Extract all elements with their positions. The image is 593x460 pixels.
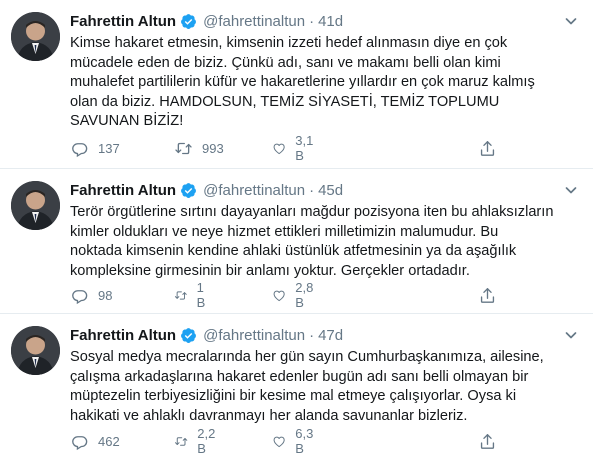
verified-badge-icon: [180, 327, 197, 344]
retweet-icon: [175, 142, 192, 154]
chevron-down-icon[interactable]: [562, 326, 580, 344]
retweet-icon: [174, 436, 188, 446]
author-handle[interactable]: @fahrettinaltun: [203, 327, 305, 344]
tweet-feed: Fahrettin Altun @fahrettinaltun · 41d Ki…: [0, 0, 593, 460]
share-icon: [480, 287, 495, 303]
author-name[interactable]: Fahrettin Altun: [70, 327, 176, 344]
reply-count: 98: [98, 287, 113, 303]
retweet-icon: [174, 290, 187, 300]
tweet[interactable]: Fahrettin Altun @fahrettinaltun · 47d So…: [0, 314, 593, 460]
tweet[interactable]: Fahrettin Altun @fahrettinaltun · 45d Te…: [0, 169, 593, 314]
retweet-button[interactable]: 1 B: [174, 280, 211, 310]
tweet-timestamp[interactable]: 47d: [318, 327, 343, 344]
heart-icon: [273, 290, 285, 301]
chevron-down-icon[interactable]: [562, 181, 580, 199]
reply-icon: [72, 289, 88, 304]
share-icon: [480, 140, 495, 156]
tweet-timestamp[interactable]: 45d: [318, 182, 343, 199]
separator: ·: [309, 181, 315, 199]
like-count: 2,8 B: [295, 280, 314, 310]
tweet-header: Fahrettin Altun @fahrettinaltun · 47d: [70, 325, 553, 345]
tweet-text: Kimse hakaret etmesin, kimsenin izzeti h…: [70, 35, 535, 129]
retweet-count: 993: [202, 140, 224, 156]
reply-button[interactable]: 462: [70, 430, 120, 452]
reply-count: 137: [98, 140, 120, 156]
reply-icon: [72, 142, 88, 157]
tweet-timestamp[interactable]: 41d: [318, 13, 343, 30]
share-icon: [480, 433, 495, 449]
author-name[interactable]: Fahrettin Altun: [70, 182, 176, 199]
reply-button[interactable]: 98: [70, 284, 112, 306]
share-button[interactable]: [478, 137, 497, 159]
heart-icon: [273, 436, 285, 447]
tweet-header: Fahrettin Altun @fahrettinaltun · 45d: [70, 180, 553, 200]
share-button[interactable]: [478, 284, 497, 306]
reply-count: 462: [98, 433, 120, 449]
like-count: 3,1 B: [295, 133, 314, 163]
author-handle[interactable]: @fahrettinaltun: [203, 13, 305, 30]
retweet-count: 1 B: [196, 280, 206, 310]
verified-badge-icon: [180, 13, 197, 30]
tweet-text: Terör örgütlerine sırtını dayayanları ma…: [70, 204, 554, 279]
retweet-button[interactable]: 993: [174, 137, 224, 159]
author-name[interactable]: Fahrettin Altun: [70, 13, 176, 30]
author-handle[interactable]: @fahrettinaltun: [203, 182, 305, 199]
avatar[interactable]: [11, 12, 60, 61]
heart-icon: [273, 143, 285, 154]
tweet-text: Sosyal medya mecralarında her gün sayın …: [70, 349, 544, 424]
separator: ·: [309, 326, 315, 344]
like-count: 6,3 B: [295, 426, 314, 456]
avatar[interactable]: [11, 181, 60, 230]
separator: ·: [309, 12, 315, 30]
like-button[interactable]: 2,8 B: [272, 280, 318, 310]
share-button[interactable]: [478, 430, 497, 452]
verified-badge-icon: [180, 182, 197, 199]
tweet[interactable]: Fahrettin Altun @fahrettinaltun · 41d Ki…: [0, 0, 593, 169]
retweet-count: 2,2 B: [197, 426, 216, 456]
like-button[interactable]: 3,1 B: [272, 133, 318, 163]
chevron-down-icon[interactable]: [562, 12, 580, 30]
like-button[interactable]: 6,3 B: [272, 426, 318, 456]
avatar[interactable]: [11, 326, 60, 375]
retweet-button[interactable]: 2,2 B: [174, 426, 220, 456]
reply-button[interactable]: 137: [70, 137, 120, 159]
reply-icon: [72, 435, 88, 450]
tweet-header: Fahrettin Altun @fahrettinaltun · 41d: [70, 11, 553, 31]
